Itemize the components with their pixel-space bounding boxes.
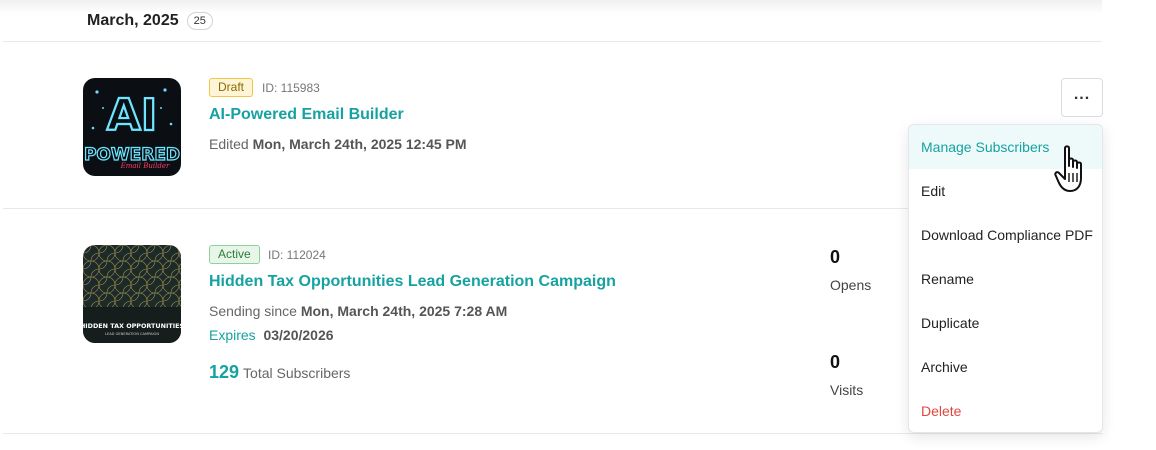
campaign-thumbnail[interactable]: AI POWERED Email Builder (83, 78, 181, 176)
meta-label: Edited (209, 136, 249, 152)
campaign-id: ID: 115983 (262, 81, 320, 95)
divider (3, 41, 1102, 42)
more-horizontal-icon: ... (1073, 85, 1091, 103)
campaign-sending-meta: Sending since Mon, March 24th, 2025 7:28… (209, 303, 507, 319)
campaign-title-link[interactable]: Hidden Tax Opportunities Lead Generation… (209, 273, 616, 291)
menu-item-download-compliance-pdf[interactable]: Download Compliance PDF (909, 213, 1102, 257)
subscribers-summary: 129 Total Subscribers (209, 362, 350, 383)
status-badge-draft: Draft (209, 78, 254, 97)
campaign-thumbnail[interactable]: HIDDEN TAX OPPORTUNITIES LEAD GENERATION… (83, 245, 181, 343)
campaign-title-link[interactable]: AI-Powered Email Builder (209, 106, 404, 124)
month-title: March, 2025 (87, 12, 179, 29)
expires-label: Expires (209, 327, 256, 343)
tax-thumbnail-art: HIDDEN TAX OPPORTUNITIES LEAD GENERATION… (83, 245, 181, 343)
month-count-badge: 25 (186, 12, 213, 30)
subscribers-count: 129 (209, 362, 240, 382)
meta-label: Sending since (209, 303, 297, 319)
menu-item-archive[interactable]: Archive (909, 345, 1102, 389)
menu-item-delete[interactable]: Delete (909, 389, 1102, 432)
divider (3, 433, 1102, 434)
status-badge-active: Active (209, 245, 260, 264)
campaign-expires-meta: Expires 03/20/2026 (209, 327, 334, 343)
meta-value: Mon, March 24th, 2025 7:28 AM (300, 303, 508, 319)
ai-powered-thumbnail-art: AI POWERED Email Builder (83, 78, 181, 176)
opens-label: Opens (830, 277, 872, 293)
meta-value: Mon, March 24th, 2025 12:45 PM (252, 136, 467, 152)
menu-item-rename[interactable]: Rename (909, 257, 1102, 301)
visits-label: Visits (830, 382, 864, 398)
subscribers-label: Total Subscribers (243, 365, 351, 381)
thumb-script-text: Email Builder (120, 162, 170, 170)
expires-value: 03/20/2026 (263, 327, 334, 343)
hand-pointer-icon (1054, 145, 1082, 192)
campaign-edited-meta: Edited Mon, March 24th, 2025 12:45 PM (209, 136, 467, 152)
opens-count: 0 (830, 247, 841, 267)
campaign-id: ID: 112024 (268, 248, 326, 262)
more-actions-button[interactable]: ... (1061, 78, 1103, 117)
month-group-header: March, 2025 25 (87, 10, 213, 32)
visits-count: 0 (830, 352, 841, 372)
thumb-text-line-1: AI (107, 90, 157, 141)
thumb-text-line-1: HIDDEN TAX OPPORTUNITIES (83, 322, 181, 330)
thumb-script-text: LEAD GENERATION CAMPAIGN (105, 332, 159, 336)
menu-item-duplicate[interactable]: Duplicate (909, 301, 1102, 345)
campaigns-page: March, 2025 25 AI POWERED Email Builder … (0, 0, 1156, 450)
